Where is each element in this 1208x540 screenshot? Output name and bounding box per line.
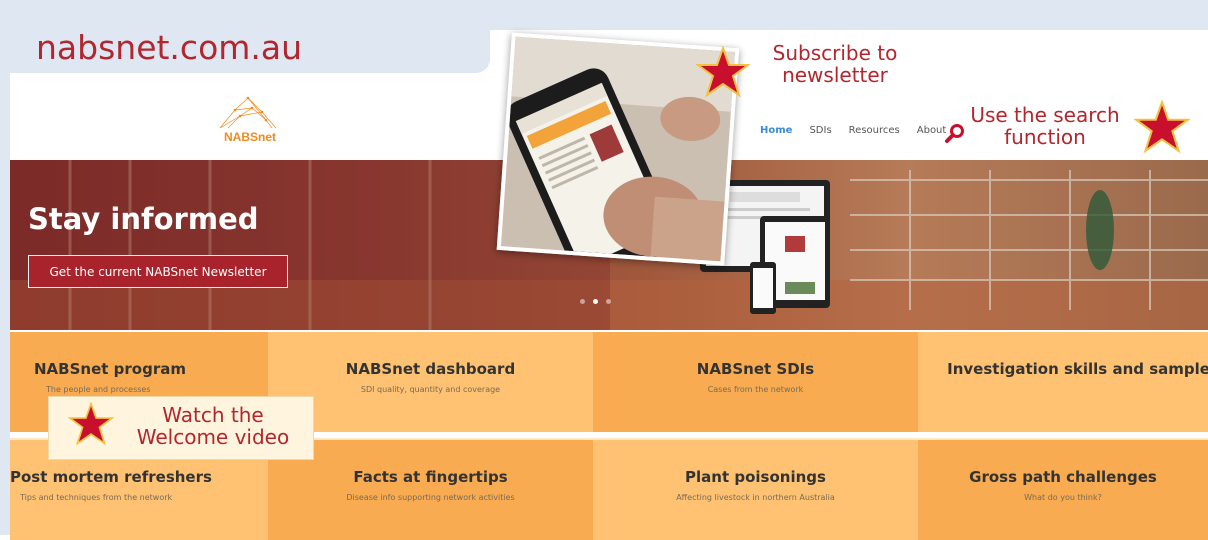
tile-title: Investigation skills and samples [947, 360, 1208, 378]
tile-subtitle: SDI quality, quantity and coverage [360, 385, 501, 394]
star-icon [68, 402, 114, 446]
nav-sdis[interactable]: SDIs [809, 125, 831, 136]
annotation-welcome: Watch the Welcome video [136, 403, 290, 449]
carousel-dot[interactable] [580, 299, 585, 304]
nabsnet-logo[interactable]: NABSnet [210, 90, 290, 146]
tile-title: Facts at fingertips [353, 468, 508, 486]
tile-title: Post mortem refreshers [10, 468, 212, 486]
main-nav: Home SDIs Resources About [760, 125, 946, 136]
tile-nabsnet-dashboard[interactable]: NABSnet dashboard SDI quality, quantity … [268, 332, 593, 432]
star-icon [696, 46, 750, 98]
tile-subtitle: Cases from the network [707, 385, 804, 394]
carousel-dot-active[interactable] [593, 299, 598, 304]
tile-facts-at-fingertips[interactable]: Facts at fingertips Disease info support… [268, 440, 593, 540]
nav-resources[interactable]: Resources [849, 125, 900, 136]
tile-subtitle: Tips and techniques from the network [20, 493, 173, 502]
tile-title: Plant poisonings [685, 468, 826, 486]
hero-title: Stay informed [28, 202, 259, 236]
tile-subtitle: Disease info supporting network activiti… [346, 493, 515, 502]
nav-about[interactable]: About [917, 125, 947, 136]
tile-title: NABSnet SDIs [696, 360, 815, 378]
tile-plant-poisonings[interactable]: Plant poisonings Affecting livestock in … [593, 440, 918, 540]
tile-title: NABSnet program [34, 360, 186, 378]
tile-subtitle: What do you think? [1024, 493, 1102, 502]
tile-nabsnet-sdis[interactable]: NABSnet SDIs Cases from the network [593, 332, 918, 432]
nav-home[interactable]: Home [760, 125, 792, 136]
newsletter-button[interactable]: Get the current NABSnet Newsletter [28, 255, 288, 288]
annotation-search: Use the search function [970, 103, 1120, 149]
carousel-dot[interactable] [606, 299, 611, 304]
tile-title: Gross path challenges [969, 468, 1157, 486]
carousel-dots[interactable] [580, 299, 611, 304]
tile-subtitle: Affecting livestock in northern Australi… [676, 493, 835, 502]
tile-title: NABSnet dashboard [345, 360, 516, 378]
tile-gross-path-challenges[interactable]: Gross path challenges What do you think? [918, 440, 1208, 540]
star-icon [1134, 100, 1190, 154]
tile-subtitle: The people and processes [46, 385, 151, 394]
tile-investigation-skills[interactable]: Investigation skills and samples [918, 332, 1208, 432]
site-url-title: nabsnet.com.au [36, 28, 303, 67]
logo-text: NABSnet [224, 130, 277, 144]
logo-network-icon [219, 96, 277, 129]
annotation-subscribe: Subscribe to newsletter [772, 41, 898, 87]
